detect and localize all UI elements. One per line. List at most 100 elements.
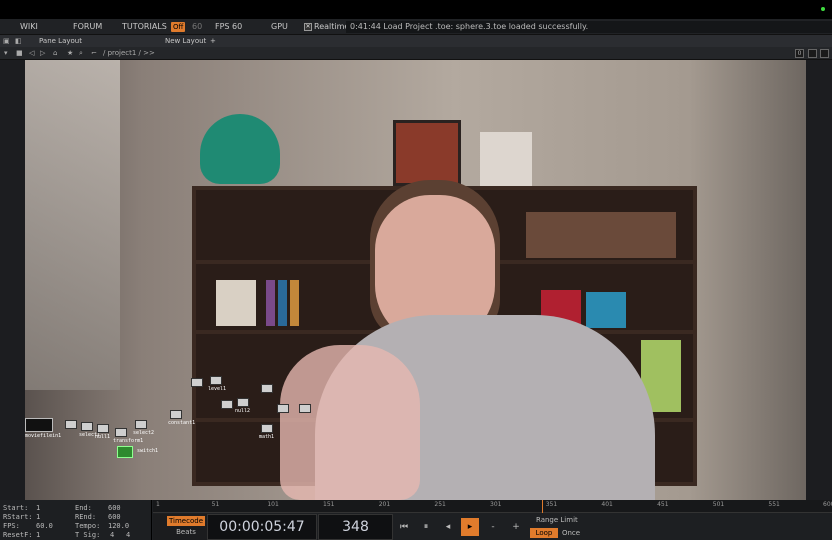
star-icon[interactable]: ★ — [67, 47, 73, 60]
tsig-denominator[interactable]: 4 — [126, 531, 130, 539]
timecode-display[interactable]: 00:00:05:47 — [207, 514, 317, 540]
pyramid-poster — [480, 132, 532, 186]
beats-mode-button[interactable]: Beats — [167, 527, 205, 537]
resetf-value[interactable]: 1 — [36, 531, 40, 539]
end-label: End: — [75, 504, 92, 512]
split-icon[interactable]: ◧ — [15, 35, 22, 47]
start-value[interactable]: 1 — [36, 504, 40, 512]
operator-network[interactable]: moviefilein1 select1 null1 transform1 se… — [25, 360, 345, 500]
blue-plush — [586, 292, 626, 328]
step-minus-icon[interactable]: - — [484, 518, 502, 536]
node-label: transform1 — [113, 438, 144, 444]
operator-node[interactable] — [115, 428, 127, 437]
ruler-tick-label: 101 — [267, 501, 279, 508]
rend-label: REnd: — [75, 513, 97, 521]
timecode-mode-button[interactable]: Timecode — [167, 516, 205, 526]
network-path[interactable]: / project1 / >> — [103, 47, 155, 60]
ruler-tick-label: 51 — [211, 501, 220, 508]
operator-node[interactable] — [170, 410, 182, 419]
operator-node[interactable] — [97, 424, 109, 433]
rstart-value[interactable]: 1 — [36, 513, 40, 521]
resetf-label: ResetF: — [3, 531, 33, 539]
search-icon[interactable]: ⌕ — [79, 47, 83, 60]
left-margin — [0, 60, 25, 500]
poster — [393, 120, 461, 186]
stop-icon[interactable]: ■ — [16, 47, 23, 60]
step-plus-icon[interactable]: + — [507, 518, 525, 536]
ruler-tick-label: 151 — [323, 501, 335, 508]
book — [266, 280, 275, 326]
operator-node[interactable] — [65, 420, 77, 429]
menu-wiki[interactable]: WIKI — [20, 19, 38, 35]
realtime-checkbox[interactable]: ✕ — [304, 23, 312, 31]
operator-node[interactable] — [191, 378, 203, 387]
frame-display[interactable]: 348 — [318, 514, 393, 540]
operator-node[interactable] — [261, 424, 273, 433]
status-dot — [821, 7, 825, 11]
operator-node[interactable] — [221, 400, 233, 409]
pane-layout-button[interactable]: Pane Layout — [39, 35, 82, 47]
gpu-button[interactable]: GPU — [271, 19, 288, 35]
end-value[interactable]: 600 — [108, 504, 121, 512]
menu-bar: WIKI FORUM TUTORIALS Off 60 FPS 60 GPU ✕… — [0, 19, 832, 35]
ruler-tick-label: 551 — [768, 501, 780, 508]
book-row — [526, 212, 676, 258]
home-icon[interactable]: ⌂ — [53, 47, 57, 60]
timeline-bar: Start: 1 RStart: 1 FPS: 60.0 ResetF: 1 E… — [0, 500, 832, 540]
perform-number: 60 — [192, 21, 203, 31]
timeline-ruler[interactable]: 151101151201251301351401451501551600 — [153, 500, 832, 513]
back-icon[interactable]: ◁ — [29, 47, 34, 60]
tempo-label: Tempo: — [75, 522, 101, 530]
play-icon[interactable]: ▸ — [461, 518, 479, 536]
rstart-label: RStart: — [3, 513, 33, 521]
pause-icon[interactable]: ⏸ — [417, 518, 435, 536]
step-back-icon[interactable]: ◂ — [439, 518, 457, 536]
menu-tutorials[interactable]: TUTORIALS — [122, 19, 167, 35]
menu-forum[interactable]: FORUM — [73, 19, 102, 35]
node-label: constant1 — [168, 420, 196, 426]
ruler-tick-label: 1 — [156, 501, 160, 508]
loop-button[interactable]: Loop — [530, 528, 558, 538]
parent-icon[interactable]: ⌐ — [91, 47, 97, 60]
operator-node[interactable] — [277, 404, 289, 413]
network-viewer[interactable]: moviefilein1 select1 null1 transform1 se… — [25, 60, 806, 500]
node-label: level1 — [208, 386, 227, 392]
node-label: switch1 — [137, 448, 159, 454]
range-limit-label: Range Limit — [536, 516, 578, 524]
title-bar — [0, 0, 832, 19]
new-layout-button[interactable]: New Layout — [165, 35, 206, 47]
rewind-icon[interactable]: ⏮ — [395, 518, 413, 536]
forward-icon[interactable]: ▷ — [40, 47, 45, 60]
operator-node[interactable] — [210, 376, 222, 385]
movie-node[interactable] — [25, 418, 53, 432]
add-layout-button[interactable]: + — [210, 35, 216, 47]
ruler-tick-label: 201 — [378, 501, 391, 508]
tsig-numerator[interactable]: 4 — [110, 531, 114, 539]
realtime-label: Realtime — [314, 21, 350, 31]
layout-icon[interactable]: ▣ — [3, 35, 10, 47]
maximize-box[interactable] — [808, 49, 817, 58]
ruler-tick-label: 301 — [490, 501, 502, 508]
rend-value[interactable]: 600 — [108, 513, 121, 521]
ruler-tick-label: 401 — [601, 501, 613, 508]
operator-node[interactable] — [299, 404, 311, 413]
tempo-value[interactable]: 120.0 — [108, 522, 129, 530]
menu-triangle-icon[interactable]: ▾ — [4, 47, 8, 60]
book — [216, 280, 256, 326]
pane-id-box[interactable]: 0 — [795, 49, 804, 58]
operator-node[interactable] — [237, 398, 249, 407]
operator-node[interactable] — [261, 384, 273, 393]
node-label: null2 — [235, 408, 251, 414]
close-pane-box[interactable] — [820, 49, 829, 58]
playhead[interactable] — [542, 500, 544, 513]
node-label: math1 — [259, 434, 275, 440]
book — [290, 280, 299, 326]
selected-node[interactable] — [117, 446, 133, 458]
ruler-tick-label: 251 — [434, 501, 446, 508]
once-button[interactable]: Once — [560, 528, 582, 538]
operator-node[interactable] — [81, 422, 93, 431]
operator-node[interactable] — [135, 420, 147, 429]
ruler-tick-label: 451 — [657, 501, 669, 508]
fps-value[interactable]: 60.0 — [36, 522, 53, 530]
perform-toggle[interactable]: Off — [171, 22, 186, 32]
